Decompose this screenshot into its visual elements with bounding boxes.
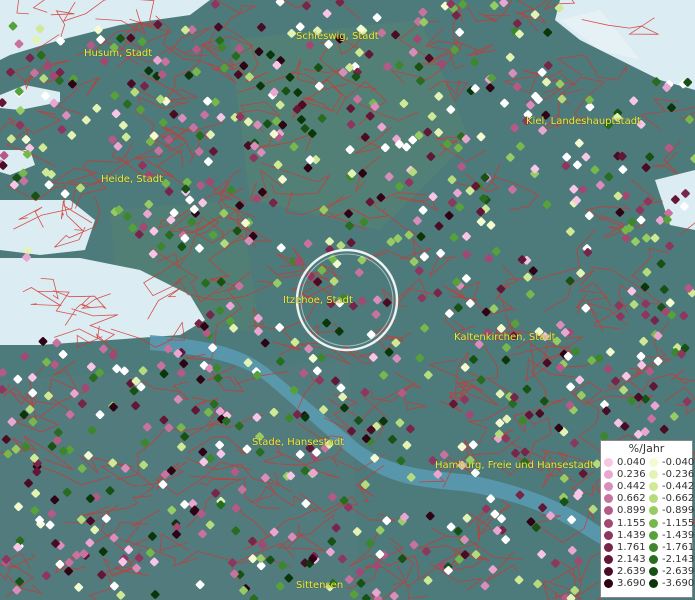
legend-row: 0.236 -0.236 <box>601 468 695 480</box>
legend-entry-positive: 2.639 <box>601 566 646 577</box>
legend-swatch <box>649 530 658 540</box>
legend-swatch <box>649 494 658 504</box>
legend-swatch <box>604 457 613 467</box>
legend-swatch <box>604 567 613 577</box>
legend-entry-positive: 0.899 <box>601 505 646 516</box>
legend-row: 3.690 -3.690 <box>601 578 695 590</box>
legend-value: 2.639 <box>617 566 646 578</box>
legend-value: 1.761 <box>617 541 646 553</box>
legend-swatch <box>604 469 613 479</box>
legend-entry-negative: -0.236 <box>646 468 695 480</box>
label-kiel: Kiel, Landeshauptstadt <box>526 116 641 127</box>
legend-swatch <box>604 555 613 565</box>
legend-swatch <box>649 457 658 467</box>
map-view[interactable]: Schleswig, Stadt Husum, Stadt Kiel, Land… <box>0 0 695 600</box>
legend-value: 0.040 <box>617 456 646 468</box>
legend-entry-positive: 0.662 <box>601 493 646 504</box>
legend-value: -0.236 <box>662 468 695 480</box>
legend-entry-negative: -3.690 <box>646 578 695 590</box>
legend-value: 0.899 <box>617 505 646 517</box>
legend-swatch <box>649 567 658 577</box>
label-heide: Heide, Stadt <box>101 174 163 185</box>
legend-swatch <box>604 506 613 516</box>
label-itzehoe: Itzehoe, Stadt <box>283 295 353 306</box>
legend-entry-negative: -1.155 <box>646 517 695 529</box>
legend-entry-negative: -0.662 <box>646 493 695 505</box>
legend-row: 2.143 -2.143 <box>601 554 695 566</box>
legend-entry-positive: 1.155 <box>601 518 646 529</box>
legend-entry-positive: 1.761 <box>601 542 646 553</box>
legend-row: 1.761 -1.761 <box>601 541 695 553</box>
legend-value: -1.439 <box>662 529 695 541</box>
legend-swatch <box>604 494 613 504</box>
legend-entry-negative: -1.761 <box>646 541 695 553</box>
legend-entry-positive: 1.439 <box>601 530 646 541</box>
legend-swatch <box>649 579 658 589</box>
legend-swatch <box>649 481 658 491</box>
legend-entry-negative: -0.040 <box>646 456 695 468</box>
legend-entry-negative: -2.639 <box>646 566 695 578</box>
legend: %/Jahr 0.040 -0.040 0.236 -0.236 0.442 -0.442… <box>600 440 695 598</box>
legend-entry-negative: -0.442 <box>646 480 695 492</box>
legend-value: 2.143 <box>617 554 646 566</box>
legend-swatch <box>604 530 613 540</box>
legend-row: 0.899 -0.899 <box>601 505 695 517</box>
legend-swatch <box>604 579 613 589</box>
legend-row: 2.639 -2.639 <box>601 566 695 578</box>
label-schleswig: Schleswig, Stadt <box>296 31 379 42</box>
label-sittensen: Sittensen <box>296 580 344 591</box>
legend-value: -3.690 <box>662 578 695 590</box>
legend-value: -1.761 <box>662 541 695 553</box>
legend-swatch <box>649 555 658 565</box>
legend-entry-positive: 2.143 <box>601 554 646 565</box>
label-kaltenkirchen: Kaltenkirchen, Stadt <box>454 332 556 343</box>
legend-swatch <box>649 542 658 552</box>
legend-value: 3.690 <box>617 578 646 590</box>
legend-value: 1.155 <box>617 517 646 529</box>
legend-value: 1.439 <box>617 529 646 541</box>
legend-value: -2.143 <box>662 554 695 566</box>
legend-value: 0.442 <box>617 480 646 492</box>
label-husum: Husum, Stadt <box>84 48 153 59</box>
legend-entry-negative: -1.439 <box>646 529 695 541</box>
legend-row: 1.439 -1.439 <box>601 529 695 541</box>
legend-row: 0.662 -0.662 <box>601 493 695 505</box>
legend-entry-positive: 0.040 <box>601 457 646 468</box>
legend-value: 0.236 <box>617 468 646 480</box>
legend-entry-positive: 3.690 <box>601 578 646 589</box>
legend-entry-negative: -0.899 <box>646 505 695 517</box>
legend-row: 0.442 -0.442 <box>601 480 695 492</box>
legend-value: -0.899 <box>662 505 695 517</box>
legend-entry-positive: 0.442 <box>601 481 646 492</box>
legend-value: -0.040 <box>662 456 695 468</box>
legend-unit: %/Jahr <box>628 442 665 455</box>
legend-swatch <box>604 481 613 491</box>
legend-row: 0.040 -0.040 <box>601 456 695 468</box>
legend-value: 0.662 <box>617 493 646 505</box>
legend-swatch <box>604 542 613 552</box>
label-stade: Stade, Hansestadt <box>252 437 345 448</box>
legend-value: -0.662 <box>662 493 695 505</box>
label-hamburg: Hamburg, Freie und Hansestadt <box>435 460 594 471</box>
legend-value: -2.639 <box>662 566 695 578</box>
legend-value: -0.442 <box>662 480 695 492</box>
legend-row: 1.155 -1.155 <box>601 517 695 529</box>
legend-entry-negative: -2.143 <box>646 554 695 566</box>
legend-swatch <box>649 469 658 479</box>
legend-value: -1.155 <box>662 517 695 529</box>
legend-swatch <box>649 518 658 528</box>
legend-swatch <box>649 506 658 516</box>
legend-entry-positive: 0.236 <box>601 469 646 480</box>
legend-swatch <box>604 518 613 528</box>
